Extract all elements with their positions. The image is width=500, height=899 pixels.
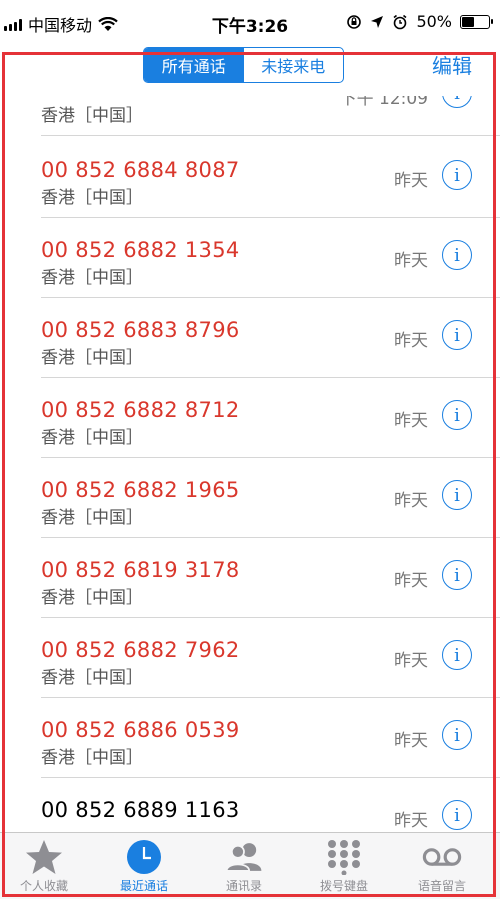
contacts-icon bbox=[224, 839, 264, 875]
call-location: 香港［中国］ bbox=[41, 748, 143, 768]
location-icon bbox=[371, 15, 384, 28]
info-icon[interactable]: i bbox=[442, 320, 472, 350]
call-row[interactable]: 00 852 6819 3178 香港［中国］ 昨天 i bbox=[0, 538, 500, 618]
alarm-icon bbox=[393, 14, 407, 29]
call-time: 昨天 bbox=[394, 251, 428, 271]
call-number: 00 852 6819 3178 bbox=[41, 558, 240, 582]
call-location: 香港［中国］ bbox=[41, 188, 143, 208]
call-number: 00 852 6883 8796 bbox=[41, 318, 240, 342]
info-icon[interactable]: i bbox=[442, 720, 472, 750]
tab-keypad[interactable]: 拨号键盘 bbox=[294, 833, 394, 899]
call-location: 香港［中国］ bbox=[41, 508, 143, 528]
call-number: 00 852 6882 7962 bbox=[41, 638, 240, 662]
segment-all-calls[interactable]: 所有通话 bbox=[144, 48, 244, 82]
call-time: 昨天 bbox=[394, 331, 428, 351]
call-time: 昨天 bbox=[394, 811, 428, 831]
call-number: 00 852 6884 8087 bbox=[41, 158, 240, 182]
nav-bar: 所有通话 未接来电 编辑 bbox=[0, 46, 500, 96]
tab-label: 最近通话 bbox=[119, 879, 168, 893]
tab-label: 个人收藏 bbox=[19, 879, 68, 893]
battery-percent: 50% bbox=[416, 12, 452, 31]
info-icon[interactable]: i bbox=[442, 240, 472, 270]
call-number: 00 852 6882 8712 bbox=[41, 398, 240, 422]
row-divider bbox=[41, 135, 500, 136]
call-row[interactable]: 00 852 6884 8087 香港［中国］ 昨天 i bbox=[0, 138, 500, 218]
call-row[interactable]: 00 852 6882 8712 香港［中国］ 昨天 i bbox=[0, 378, 500, 458]
recent-calls-list: 00 852 4603 3834香港［中国］下午 12:09i00 852 68… bbox=[0, 66, 500, 832]
call-location: 香港［中国］ bbox=[41, 106, 143, 126]
tab-voicemail[interactable]: 语音留言 bbox=[392, 833, 492, 899]
call-number: 00 852 6882 1354 bbox=[41, 238, 240, 262]
tab-favorites[interactable]: 个人收藏 bbox=[0, 833, 94, 899]
status-right: 50% bbox=[346, 12, 493, 31]
call-row[interactable]: 00 852 6882 1354 香港［中国］ 昨天 i bbox=[0, 218, 500, 298]
info-icon[interactable]: i bbox=[442, 160, 472, 190]
call-location: 香港［中国］ bbox=[41, 668, 143, 688]
call-number: 00 852 6889 1163 bbox=[41, 798, 240, 822]
call-location: 香港［中国］ bbox=[41, 348, 143, 368]
tab-contacts[interactable]: 通讯录 bbox=[194, 833, 294, 899]
info-icon[interactable]: i bbox=[442, 560, 472, 590]
call-row[interactable]: 00 852 6889 1163 昨天 i bbox=[0, 778, 500, 832]
call-row[interactable]: 00 852 6883 8796 香港［中国］ 昨天 i bbox=[0, 298, 500, 378]
call-location: 香港［中国］ bbox=[41, 268, 143, 288]
tab-bar: 个人收藏 最近通话 通讯录 拨号键盘 语音留言 bbox=[0, 832, 500, 899]
edit-button[interactable]: 编辑 bbox=[432, 50, 472, 79]
call-time: 昨天 bbox=[394, 171, 428, 191]
star-icon bbox=[24, 839, 64, 875]
keypad-icon bbox=[324, 839, 364, 875]
tab-label: 拨号键盘 bbox=[319, 879, 368, 893]
info-icon[interactable]: i bbox=[442, 480, 472, 510]
call-time: 昨天 bbox=[394, 491, 428, 511]
voicemail-icon bbox=[422, 839, 462, 875]
call-filter-segmented-control: 所有通话 未接来电 bbox=[143, 47, 344, 83]
info-icon[interactable]: i bbox=[442, 640, 472, 670]
call-location: 香港［中国］ bbox=[41, 428, 143, 448]
battery-fill bbox=[462, 16, 474, 27]
orientation-lock-icon bbox=[347, 14, 362, 29]
call-time: 昨天 bbox=[394, 651, 428, 671]
segment-missed-calls[interactable]: 未接来电 bbox=[244, 48, 344, 82]
call-time: 昨天 bbox=[394, 411, 428, 431]
call-time: 昨天 bbox=[394, 571, 428, 591]
info-icon[interactable]: i bbox=[442, 400, 472, 430]
info-icon[interactable]: i bbox=[442, 800, 472, 830]
tab-label: 通讯录 bbox=[225, 879, 262, 893]
tab-label: 语音留言 bbox=[417, 879, 466, 893]
battery-icon bbox=[460, 14, 493, 29]
call-number: 00 852 6886 0539 bbox=[41, 718, 240, 742]
call-location: 香港［中国］ bbox=[41, 588, 143, 608]
call-row[interactable]: 00 852 6886 0539 香港［中国］ 昨天 i bbox=[0, 698, 500, 778]
clock-icon bbox=[124, 839, 164, 875]
call-row[interactable]: 00 852 6882 7962 香港［中国］ 昨天 i bbox=[0, 618, 500, 698]
tab-recents[interactable]: 最近通话 bbox=[94, 833, 194, 899]
status-bar: 中国移动 下午3:26 50% bbox=[0, 0, 500, 46]
call-row[interactable]: 00 852 6882 1965 香港［中国］ 昨天 i bbox=[0, 458, 500, 538]
call-number: 00 852 6882 1965 bbox=[41, 478, 240, 502]
call-time: 昨天 bbox=[394, 731, 428, 751]
